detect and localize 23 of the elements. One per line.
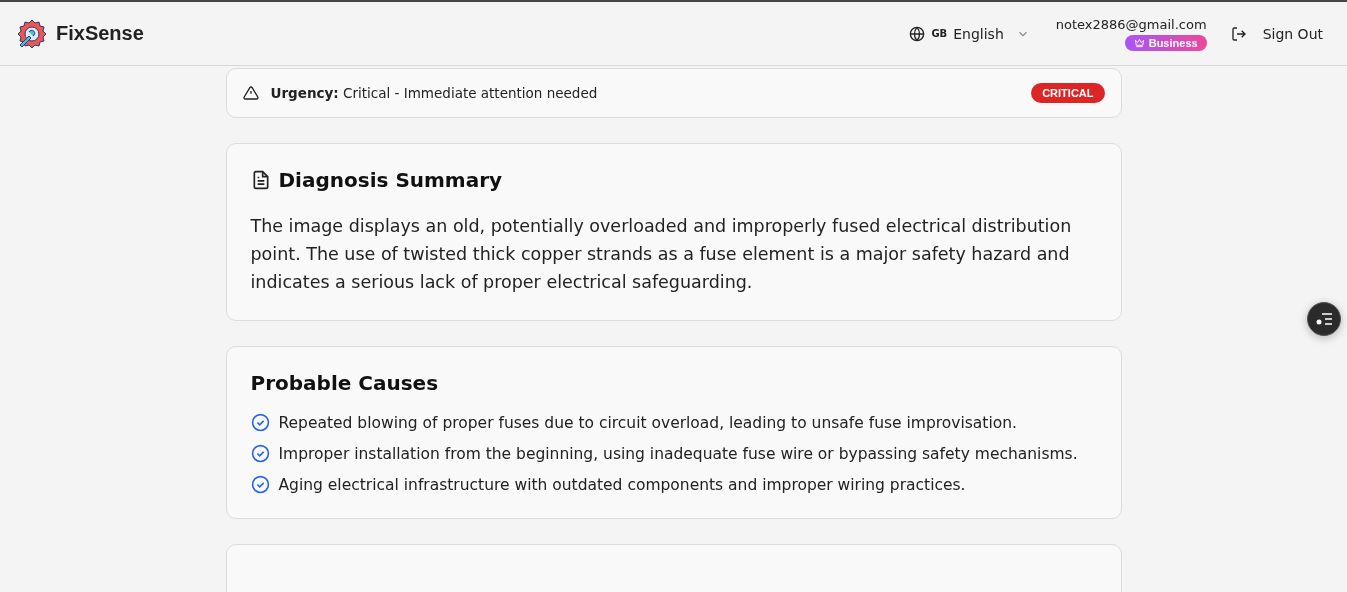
summary-text: The image displays an old, potentially overloaded and improperly fused electrical distribution point. The use of twisted thick copper strands as a fuse element is a major safety hazard and indicates a serious lack of proper electrical safeguarding. xyxy=(250,215,1073,294)
section-title: Probable Causes xyxy=(250,371,439,395)
urgency-badge: CRITICAL xyxy=(1031,83,1105,103)
check-circle-icon xyxy=(250,444,270,463)
plan-badge: Business xyxy=(1124,34,1207,51)
cause-text: Aging electrical infrastructure with outdated components and improper wiring practices. xyxy=(278,475,966,494)
list-toggle-button[interactable] xyxy=(1307,302,1341,336)
user-email: notex2886@gmail.com xyxy=(1055,16,1207,32)
check-circle-icon xyxy=(250,475,270,494)
wrench-gear-logo-icon xyxy=(16,17,48,50)
language-selector[interactable]: GB English xyxy=(909,25,1030,42)
brand-name: FixSense xyxy=(56,22,144,45)
crown-icon xyxy=(1133,37,1145,48)
section-title: Diagnosis Summary xyxy=(278,168,503,192)
cause-text: Improper installation from the beginning, using inadequate fuse wire or bypassing safety mechanisms. xyxy=(278,444,1078,463)
check-circle-icon xyxy=(250,413,270,432)
sign-out-button[interactable]: Sign Out xyxy=(1230,25,1323,42)
urgency-text: Urgency: Critical - Immediate attention needed xyxy=(270,85,599,101)
list-icon xyxy=(1315,312,1333,326)
logout-icon xyxy=(1230,25,1247,42)
cause-text: Repeated blowing of proper fuses due to circuit overload, leading to unsafe fuse improvisation. xyxy=(278,413,1017,432)
warning-icon xyxy=(242,85,259,101)
globe-icon xyxy=(909,25,926,42)
